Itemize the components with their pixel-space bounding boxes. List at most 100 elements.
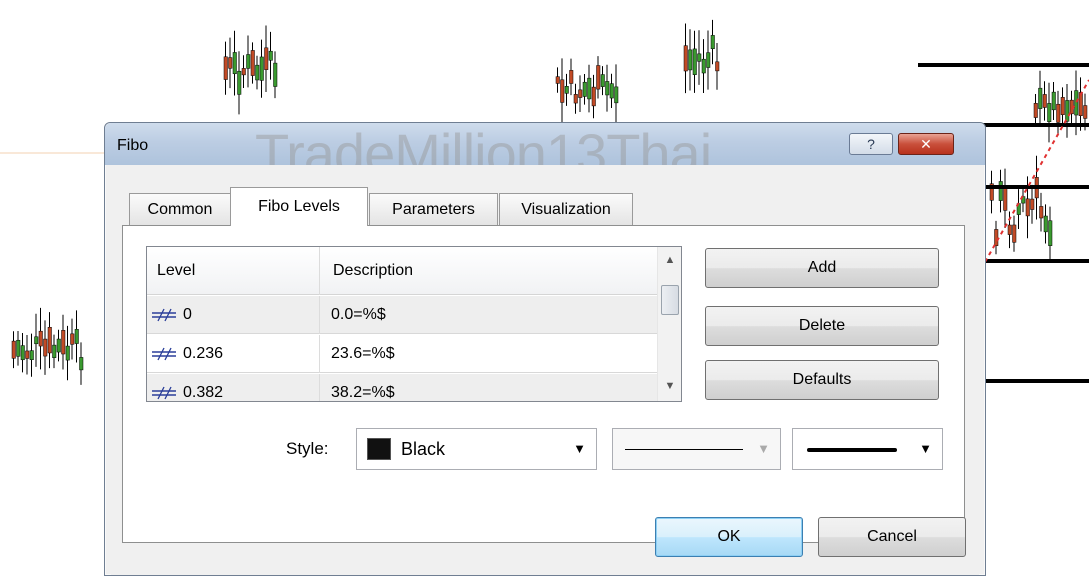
- candle-body: [79, 357, 84, 371]
- candle-body: [688, 49, 693, 71]
- candle-body: [692, 48, 697, 75]
- color-select[interactable]: Black ▼: [356, 428, 597, 470]
- candle-body: [1012, 224, 1017, 243]
- levels-list-header: Level Description: [147, 247, 659, 295]
- fibo-level-icon: [152, 308, 176, 322]
- candle-body: [1030, 198, 1035, 210]
- candle-body: [255, 64, 260, 81]
- candle-body: [1039, 206, 1044, 219]
- column-header-level[interactable]: Level: [147, 247, 319, 295]
- button-label: Delete: [798, 317, 846, 334]
- tab-label: Common: [147, 200, 213, 218]
- description-cell: 23.6=%$: [331, 345, 395, 362]
- level-value: 0.382: [183, 384, 224, 401]
- candle-body: [609, 83, 614, 99]
- button-label: Cancel: [867, 528, 917, 545]
- button-label: OK: [717, 528, 741, 545]
- level-value: 0.236: [183, 345, 224, 362]
- candle-body: [1025, 198, 1030, 217]
- chevron-down-icon: ▼: [573, 441, 586, 456]
- scroll-up-icon[interactable]: ▲: [658, 249, 681, 271]
- candle-body: [596, 65, 601, 90]
- add-button[interactable]: Add: [705, 248, 939, 288]
- line-width-select[interactable]: ▼: [792, 428, 943, 470]
- candle-body: [61, 330, 66, 355]
- close-button[interactable]: ✕: [898, 133, 954, 155]
- color-select-value: Black: [401, 439, 446, 459]
- scroll-thumb[interactable]: [661, 285, 679, 315]
- delete-button[interactable]: Delete: [705, 306, 939, 346]
- candle-body: [273, 62, 278, 87]
- line-style-select[interactable]: ▼: [612, 428, 781, 470]
- candle-body: [246, 54, 251, 69]
- candle-body: [20, 345, 25, 361]
- fibo-level-icon: [152, 386, 176, 400]
- candle-body: [1048, 220, 1053, 246]
- candle-body: [701, 58, 706, 74]
- style-label: Style:: [286, 439, 329, 458]
- candle-body: [43, 338, 48, 357]
- dialog-title: Fibo: [117, 137, 149, 154]
- candle-body: [555, 76, 560, 84]
- candle-body: [228, 57, 233, 69]
- candle-body: [710, 35, 715, 50]
- list-item[interactable]: 0.236 23.6=%$: [147, 335, 659, 373]
- candle-body: [34, 336, 39, 345]
- tab-label: Visualization: [521, 200, 611, 218]
- candle-body: [582, 81, 587, 97]
- candle-body: [56, 338, 61, 353]
- candle-body: [715, 61, 720, 72]
- candle-body: [232, 52, 237, 75]
- title-bar[interactable]: Fibo TradeMillion13Thai ? ✕: [105, 122, 985, 185]
- help-icon: ?: [867, 136, 875, 152]
- tab-visualization[interactable]: Visualization: [499, 193, 633, 225]
- candle-body: [697, 53, 702, 62]
- candle-body: [250, 50, 255, 76]
- help-button[interactable]: ?: [849, 133, 893, 155]
- candle-body: [605, 81, 610, 96]
- candle-body: [1003, 185, 1008, 211]
- candle-body: [65, 345, 70, 361]
- cancel-button[interactable]: Cancel: [818, 517, 966, 557]
- candle-body: [259, 56, 264, 81]
- scroll-down-icon[interactable]: ▼: [658, 375, 681, 397]
- line-width-sample: [807, 448, 897, 452]
- tab-common[interactable]: Common: [129, 193, 231, 225]
- levels-list[interactable]: Level Description 0 0.0=%$ 0.236 23.6=%$…: [146, 246, 682, 402]
- candle-body: [25, 350, 30, 359]
- candle-body: [29, 350, 34, 360]
- candle-body: [1083, 105, 1088, 119]
- candle-body: [998, 181, 1003, 201]
- button-label: Add: [807, 259, 837, 276]
- candle-body: [11, 340, 16, 359]
- candle-body: [1074, 90, 1079, 116]
- button-label: Defaults: [792, 371, 852, 388]
- chevron-down-icon: ▼: [919, 441, 932, 456]
- candle-body: [706, 52, 711, 68]
- level-cell: 0: [151, 296, 192, 334]
- candle-body: [1060, 97, 1065, 115]
- tab-parameters[interactable]: Parameters: [369, 193, 498, 225]
- close-icon: ✕: [920, 135, 932, 152]
- list-scrollbar[interactable]: ▲ ▼: [657, 247, 681, 401]
- candle-body: [569, 70, 574, 84]
- candle-body: [241, 68, 246, 76]
- candle-body: [994, 229, 999, 246]
- level-value: 0: [183, 306, 192, 323]
- column-header-description[interactable]: Description: [323, 247, 653, 295]
- candle-body: [74, 329, 79, 344]
- candle-body: [600, 74, 605, 87]
- tab-fibo-levels[interactable]: Fibo Levels: [230, 187, 368, 226]
- candle-body: [38, 330, 43, 347]
- candle-body: [573, 94, 578, 104]
- list-item[interactable]: 0.382 38.2=%$: [147, 374, 659, 401]
- description-cell: 38.2=%$: [331, 384, 395, 401]
- description-cell: 0.0=%$: [331, 306, 386, 323]
- chevron-down-icon: ▼: [757, 441, 770, 456]
- list-item[interactable]: 0 0.0=%$: [147, 296, 659, 334]
- fibo-dialog: Fibo TradeMillion13Thai ? ✕ Common Fibo …: [104, 122, 986, 576]
- candle-body: [560, 79, 565, 103]
- ok-button[interactable]: OK: [655, 517, 803, 557]
- candle-body: [1078, 92, 1083, 116]
- defaults-button[interactable]: Defaults: [705, 360, 939, 400]
